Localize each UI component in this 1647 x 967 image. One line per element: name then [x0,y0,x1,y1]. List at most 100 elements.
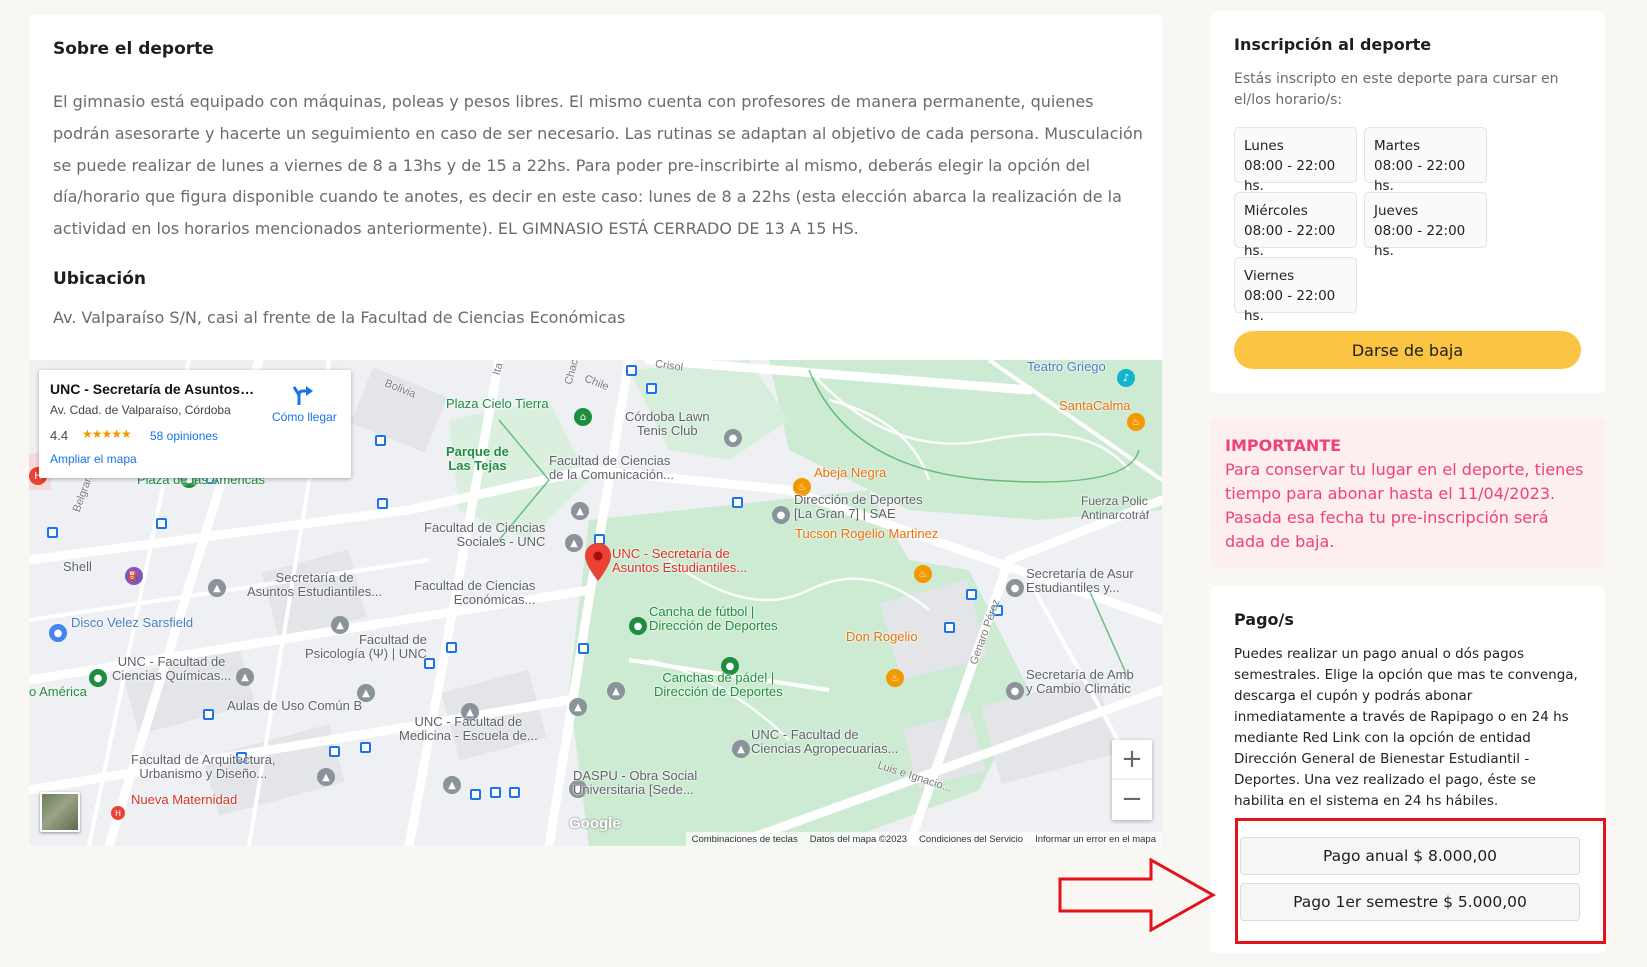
enlarge-map-link[interactable]: Ampliar el mapa [50,452,137,466]
directions-link[interactable]: Cómo llegar [272,410,337,424]
school-icon[interactable]: ▲ [317,768,335,786]
school-icon[interactable]: ▲ [732,740,750,758]
slot-day: Miércoles [1244,203,1308,219]
bus-stop-icon[interactable] [966,589,977,600]
bus-stop-icon[interactable] [446,642,457,653]
map-label: Dirección de Deportes [La Gran 7] | SAE [794,492,923,521]
map-label: Fuerza Polic Antinarcotráf [1081,494,1150,522]
map-label: Teatro Griego [1027,360,1106,374]
zoom-in-button[interactable]: + [1112,740,1152,780]
bus-stop-icon[interactable] [329,746,340,757]
location-title: Ubicación [53,269,147,289]
map-label: Secretaría de Asuntos Estudiantiles... [247,570,383,599]
map-label: DASPU - Obra Social Universitaria [Sede.… [573,768,698,797]
bus-stop-icon[interactable] [944,622,955,633]
inscription-title: Inscripción al deporte [1234,35,1432,54]
location-pin-icon[interactable] [585,543,611,581]
slot-time: 08:00 - 22:00 hs. [1374,223,1466,259]
bus-stop-icon[interactable] [626,365,637,376]
theater-icon[interactable]: ♪ [1117,369,1135,387]
restaurant-icon[interactable]: ♨ [886,669,904,687]
map-place-address: Av. Cdad. de Valparaíso, Córdoba [50,403,231,417]
slot-day: Lunes [1244,138,1284,154]
map-reviews-link[interactable]: 58 opiniones [150,429,218,443]
keyboard-shortcuts-link[interactable]: Combinaciones de teclas [692,834,798,845]
place-icon[interactable]: ● [772,506,790,524]
about-description: El gimnasio está equipado con máquinas, … [53,92,1143,239]
bus-stop-icon[interactable] [375,435,386,446]
map-label: Nueva Maternidad [131,792,238,807]
map-label: Córdoba Lawn Tenis Club [625,409,710,438]
map-label: o América [29,684,87,699]
map-rating-value: 4.4 [50,428,69,443]
schedule-slot: Lunes 08:00 - 22:00 hs. [1234,127,1357,194]
park-icon[interactable]: ● [89,669,107,687]
map-label: Abeja Negra [814,465,887,480]
school-icon[interactable]: ▲ [569,698,587,716]
schedule-slot: Jueves 08:00 - 22:00 hs. [1364,192,1487,259]
museum-icon[interactable]: ⌂ [574,408,592,426]
bus-stop-icon[interactable] [470,789,481,800]
restaurant-icon[interactable]: ♨ [914,565,932,583]
slot-time: 08:00 - 22:00 hs. [1374,158,1466,194]
directions-icon[interactable] [291,384,315,406]
embedded-map[interactable]: ▲ ▲ ● ⌂ ♪ ♨ ♨ ♨ ♨ ● ● ● ● ● ▲ ▲ ▲ ▲ ▲ ▲ … [29,360,1162,846]
map-marker-label: UNC - Secretaría de Asuntos Estudiantile… [612,546,748,575]
bus-stop-icon[interactable] [377,498,388,509]
unsubscribe-button[interactable]: Darse de baja [1234,331,1581,369]
map-label: Secretaría de Asur Estudiantiles y... [1026,566,1134,595]
slot-day: Viernes [1244,268,1295,284]
bus-stop-icon[interactable] [47,527,58,538]
bus-stop-icon[interactable] [203,709,214,720]
school-icon[interactable]: ▲ [571,502,589,520]
terms-link[interactable]: Condiciones del Servicio [919,834,1023,845]
hospital-icon[interactable]: H [111,806,125,820]
place-icon[interactable]: ● [1006,579,1024,597]
restaurant-icon[interactable]: ♨ [1127,413,1145,431]
report-error-link[interactable]: Informar un error en el mapa [1035,834,1156,845]
map-place-name[interactable]: UNC - Secretaría de Asuntos E... [50,381,255,397]
school-icon[interactable]: ▲ [208,579,226,597]
satellite-toggle-button[interactable] [40,792,80,832]
arrow-right-icon [1058,858,1216,932]
map-label: Canchas de pádel | Dirección de Deportes [654,670,783,699]
slot-day: Jueves [1374,203,1419,219]
map-label: Facultad de Ciencias Sociales - UNC [424,520,546,549]
map-label: Facultad de Psicología (Ψ) | UNC [305,632,427,661]
park-icon[interactable]: ● [629,617,647,635]
place-icon[interactable]: ● [724,429,742,447]
map-label: Parque de Las Tejas [446,444,509,473]
bus-stop-icon[interactable] [578,643,589,654]
schedule-slot: Miércoles 08:00 - 22:00 hs. [1234,192,1357,259]
map-label: Don Rogelio [846,629,918,644]
slot-day: Martes [1374,138,1421,154]
school-icon[interactable]: ▲ [607,682,625,700]
place-icon[interactable]: ● [1006,682,1024,700]
map-label: Shell [63,559,92,574]
map-label: UNC - Facultad de Medicina - Escuela de.… [399,714,538,743]
bus-stop-icon[interactable] [360,742,371,753]
important-notice: IMPORTANTE Para conservar tu lugar en el… [1210,418,1605,568]
inscription-subtitle: Estás inscripto en este deporte para cur… [1234,71,1559,108]
bus-stop-icon[interactable] [646,383,657,394]
gas-station-icon[interactable]: ⛽ [125,567,143,585]
shopping-icon[interactable]: ● [49,624,67,642]
slot-time: 08:00 - 22:00 hs. [1244,158,1336,194]
school-icon[interactable]: ▲ [443,776,461,794]
school-icon[interactable]: ▲ [331,616,349,634]
bus-stop-icon[interactable] [509,787,520,798]
school-icon[interactable]: ▲ [565,534,583,552]
map-label: Facultad de Arquitectura, Urbanismo y Di… [131,752,276,781]
map-label: Facultad de Ciencias de la Comunicación.… [549,453,675,482]
map-label: Cancha de fútbol | Dirección de Deportes [649,604,778,633]
school-icon[interactable]: ▲ [236,668,254,686]
zoom-out-button[interactable]: − [1112,780,1152,820]
bus-stop-icon[interactable] [156,518,167,529]
map-label: SantaCalma [1059,398,1131,413]
map-label: Secretaría de Amb y Cambio Climátic [1026,667,1134,696]
star-rating-icon: ★★★★★ [82,427,132,441]
bus-stop-icon[interactable] [732,497,743,508]
map-label: UNC - Facultad de Ciencias Agropecuarias… [751,727,899,756]
bus-stop-icon[interactable] [490,787,501,798]
highlight-box [1235,818,1606,944]
